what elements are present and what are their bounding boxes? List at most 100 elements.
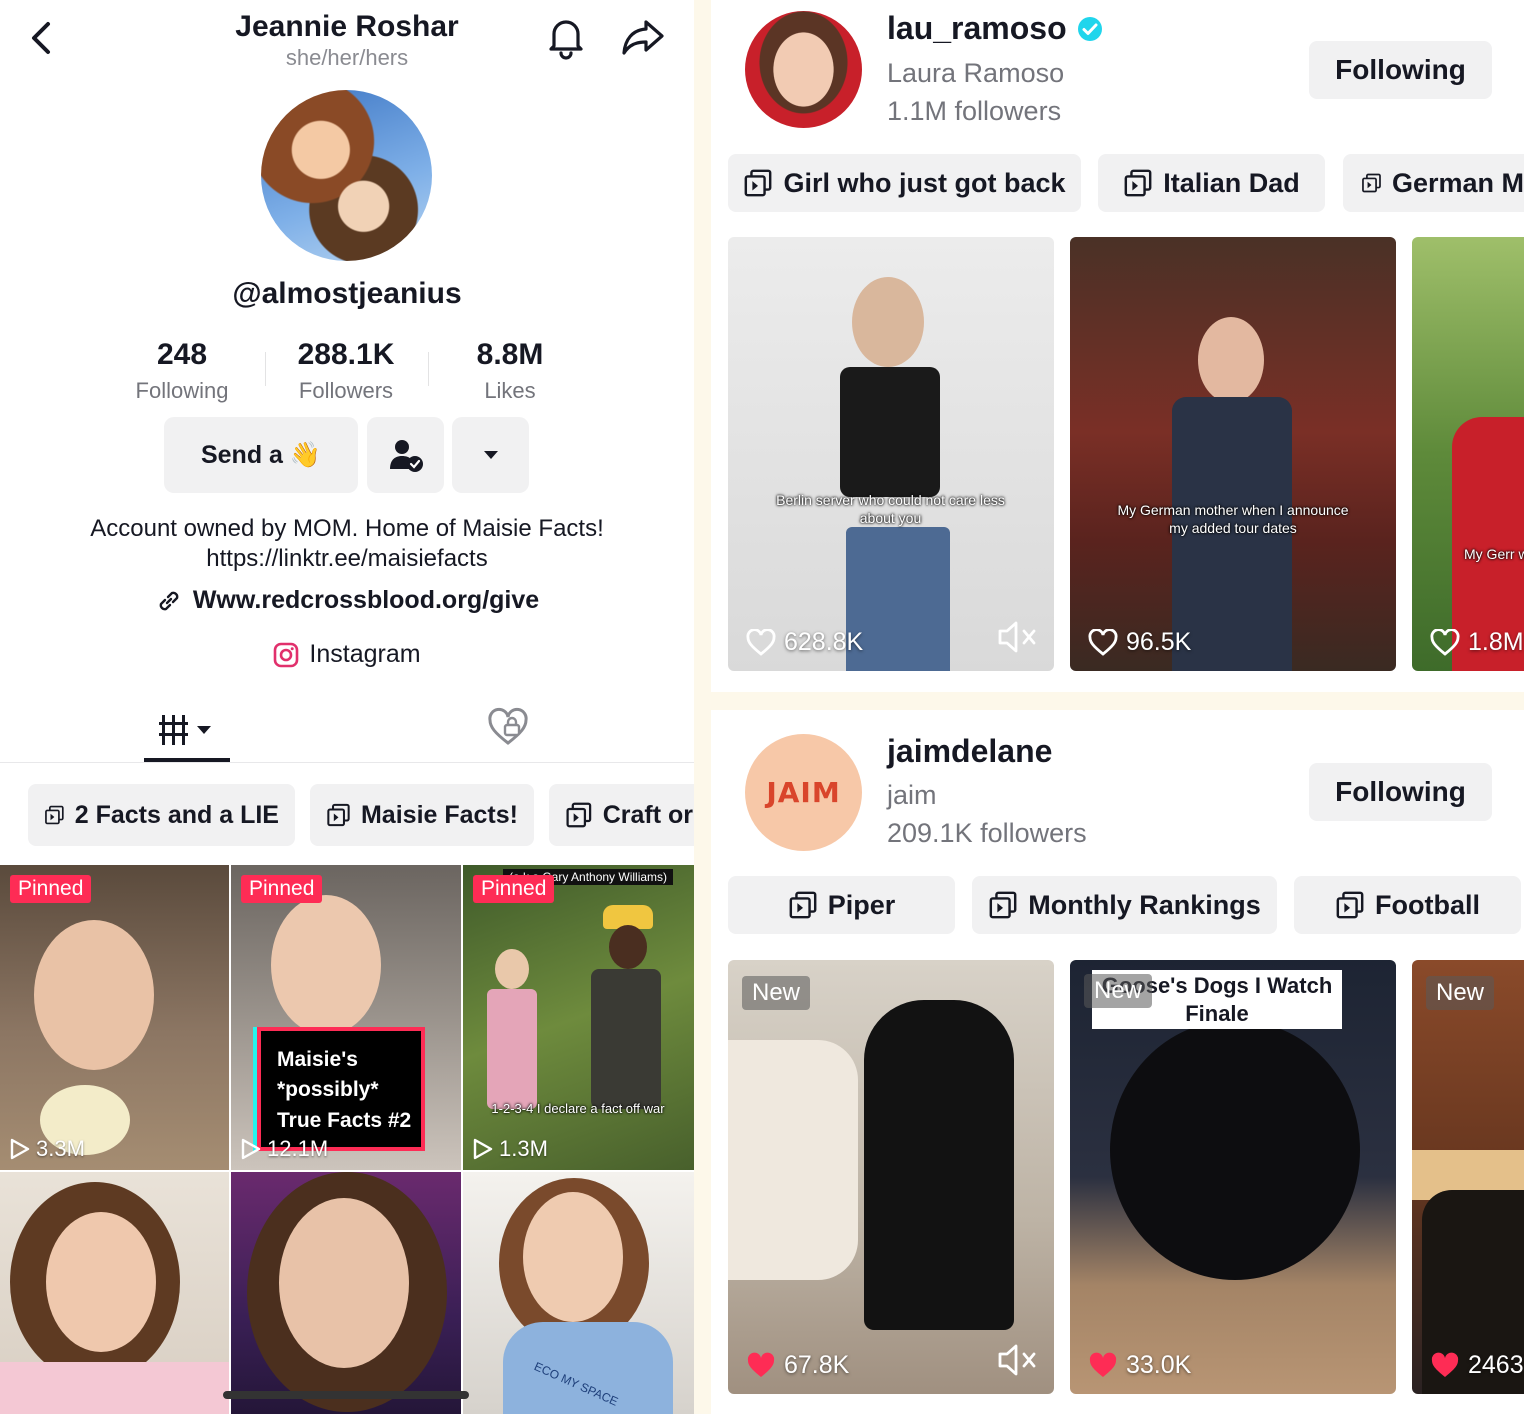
instagram-link[interactable]: Instagram: [0, 640, 694, 669]
send-wave-button[interactable]: Send a 👋: [164, 417, 358, 493]
pinned-badge: Pinned: [10, 875, 92, 903]
playlist-chip[interactable]: Maisie Facts!: [310, 784, 534, 846]
grid-sort-icon: [159, 715, 211, 745]
playlist-icon: [745, 169, 772, 197]
video-thumbnail[interactable]: [231, 1172, 461, 1414]
thumbnail-face: [279, 1198, 409, 1368]
heart-filled-icon: [747, 1352, 775, 1377]
playlist-icon: [1124, 169, 1152, 197]
thumbnail-face: [609, 925, 647, 969]
playlist-icon: [989, 891, 1017, 919]
view-count: 1.3M: [473, 1136, 548, 1162]
creator-handle-text: jaimdelane: [887, 733, 1053, 769]
view-count-value: 12.1M: [267, 1136, 329, 1161]
creator-follower-count: 1.1M followers: [887, 96, 1062, 126]
heart-filled-icon: [1431, 1352, 1459, 1377]
stat-following-value: 248: [156, 338, 208, 371]
share-icon[interactable]: [618, 14, 668, 60]
like-count-value: 2463: [1468, 1351, 1524, 1379]
stat-following-label: Following: [135, 378, 229, 403]
section-divider: [711, 692, 1524, 710]
mute-icon[interactable]: [996, 617, 1040, 657]
like-count: 67.8K: [746, 1351, 849, 1380]
thumbnail-shirt: [0, 1362, 229, 1414]
thumbnail-face: [1198, 317, 1264, 403]
playlist-icon: [45, 805, 64, 825]
thumbnail-face: [495, 949, 529, 989]
view-count-value: 3.3M: [36, 1136, 85, 1161]
thumbnail-shirt: [503, 1322, 673, 1414]
thumbnail-face: [46, 1212, 156, 1352]
heart-outline-icon: [1088, 628, 1118, 656]
play-icon: [241, 1138, 261, 1160]
mute-icon[interactable]: [996, 1340, 1040, 1380]
playlist-chip[interactable]: Piper: [728, 876, 955, 934]
bell-icon[interactable]: [543, 14, 589, 60]
playlist-label: Craft or: [602, 800, 693, 829]
bio-link-text: Www.redcrossblood.org/give: [192, 586, 540, 614]
profile-avatar[interactable]: [261, 90, 432, 261]
video-thumbnail[interactable]: Pinned 3.3M: [0, 865, 229, 1170]
video-thumbnail[interactable]: My Gerr we 1.8M: [1412, 237, 1524, 671]
tabs-divider: [0, 762, 694, 763]
following-button[interactable]: Following: [1309, 763, 1492, 821]
video-caption: 1-2-3-4 I declare a fact off war: [491, 1101, 665, 1116]
like-count: 628.8K: [746, 628, 863, 657]
bio-link[interactable]: Www.redcrossblood.org/give: [0, 586, 694, 615]
more-options-button[interactable]: [452, 417, 529, 493]
video-thumbnail[interactable]: [0, 1172, 229, 1414]
tab-videos[interactable]: [144, 700, 230, 760]
following-button[interactable]: Following: [1309, 41, 1492, 99]
creator-avatar[interactable]: [745, 11, 862, 128]
video-thumbnail[interactable]: My German mother when I announce my adde…: [1070, 237, 1396, 671]
new-badge: New: [742, 976, 811, 1010]
video-thumbnail[interactable]: Berlin server who could not care less ab…: [728, 237, 1054, 671]
video-thumbnail[interactable]: New 67.8K: [728, 960, 1054, 1394]
creator-handle[interactable]: lau_ramoso: [887, 10, 1103, 47]
stat-likes-label: Likes: [484, 378, 536, 403]
playlist-icon: [566, 802, 592, 828]
video-thumbnail[interactable]: ECO MY SPACE: [463, 1172, 694, 1414]
playlist-chip[interactable]: German M: [1343, 154, 1524, 212]
creator-handle[interactable]: jaimdelane: [887, 733, 1052, 770]
playlist-chip[interactable]: Italian Dad: [1098, 154, 1325, 212]
playlist-chip[interactable]: Monthly Rankings: [972, 876, 1277, 934]
new-badge: New: [1084, 974, 1153, 1008]
playlist-chip[interactable]: 2 Facts and a LIE: [28, 784, 295, 846]
video-thumbnail[interactable]: Maisie's *possibly* True Facts #2 Pinned…: [231, 865, 461, 1170]
video-thumbnail[interactable]: New 2463: [1412, 960, 1524, 1394]
creator-avatar[interactable]: JAIM: [745, 734, 862, 851]
stat-divider: [428, 352, 429, 386]
stat-followers-value: 288.1K: [297, 338, 395, 371]
stat-likes[interactable]: 8.8M Likes: [430, 338, 590, 404]
video-thumbnail[interactable]: (a.k.a Gary Anthony Williams) 1-2-3-4 I …: [463, 865, 694, 1170]
playlist-label: Italian Dad: [1163, 167, 1300, 198]
like-count: 1.8M: [1430, 628, 1524, 657]
panel-divider: [694, 0, 711, 1414]
video-thumbnail[interactable]: Goose's Dogs I Watch Finale New 33.0K: [1070, 960, 1396, 1394]
liked-hidden-icon[interactable]: [485, 705, 531, 751]
stat-following[interactable]: 248 Following: [102, 338, 262, 404]
thumbnail-dog: [1110, 1020, 1360, 1280]
playlist-chip[interactable]: Craft or: [549, 784, 694, 846]
playlist-chip[interactable]: Football: [1294, 876, 1521, 934]
like-count-value: 1.8M: [1468, 628, 1524, 656]
profile-username: @almostjeanius: [232, 277, 462, 310]
profile-pronouns: she/her/hers: [285, 45, 409, 70]
playlist-chip[interactable]: Girl who just got back: [728, 154, 1081, 212]
stat-followers[interactable]: 288.1K Followers: [266, 338, 426, 404]
following-status-button[interactable]: [367, 417, 444, 493]
playlist-label: Piper: [827, 889, 896, 920]
view-count: 3.3M: [10, 1136, 85, 1162]
video-caption: Berlin server who could not care less ab…: [776, 492, 1005, 527]
person-check-icon: [389, 440, 423, 472]
playlist-icon: [1336, 891, 1364, 919]
pinned-badge: Pinned: [241, 875, 323, 903]
playlist-icon: [327, 803, 350, 827]
instagram-label: Instagram: [309, 640, 421, 668]
scroll-indicator: [223, 1391, 469, 1399]
heart-filled-icon: [1089, 1352, 1117, 1377]
playlist-label: Maisie Facts!: [360, 800, 518, 829]
overlay-line: Maisie's: [277, 1048, 358, 1071]
like-count: 96.5K: [1088, 628, 1191, 657]
